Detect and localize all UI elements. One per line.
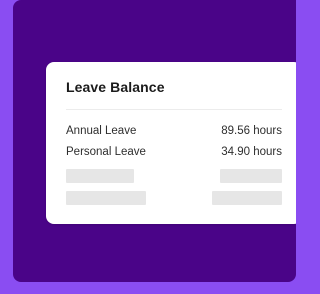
leave-type-label: Annual Leave [66,125,137,137]
skeleton-label-placeholder [66,191,146,205]
card-divider [66,109,282,110]
leave-hours-value: 34.90 hours [221,146,282,158]
leave-hours-value: 89.56 hours [221,125,282,137]
skeleton-value-placeholder [220,169,282,183]
leave-row-annual: Annual Leave 89.56 hours [66,124,282,138]
skeleton-value-placeholder [212,191,282,205]
leave-balance-card: Leave Balance Annual Leave 89.56 hours P… [46,62,296,224]
leave-type-label: Personal Leave [66,146,146,158]
card-title: Leave Balance [66,79,165,95]
skeleton-label-placeholder [66,169,134,183]
leave-row-personal: Personal Leave 34.90 hours [66,145,282,159]
app-background: Leave Balance Annual Leave 89.56 hours P… [0,0,296,294]
content-panel: Leave Balance Annual Leave 89.56 hours P… [13,0,296,282]
